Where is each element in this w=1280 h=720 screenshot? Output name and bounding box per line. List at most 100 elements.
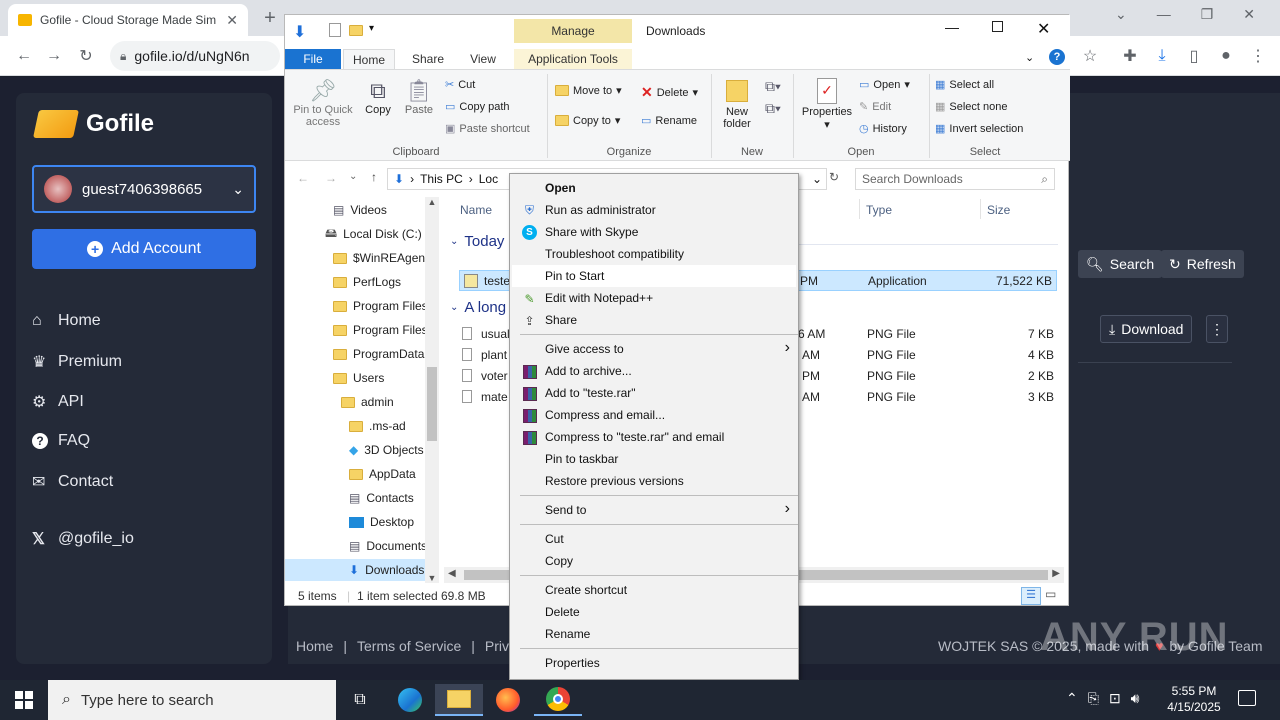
nav-pane-item[interactable]: ▤ Videos [285, 199, 425, 221]
menu-item-pin-to-taskbar[interactable]: Pin to taskbar [512, 448, 796, 470]
menu-item-run-as-administrator[interactable]: ⛨ Run as administrator [512, 199, 796, 221]
breadcrumb-this-pc[interactable]: This PC [420, 172, 463, 186]
copy-to-button[interactable]: Copy to ▾ [555, 114, 620, 127]
tab-home[interactable]: Home [343, 49, 395, 69]
nav-pane-item[interactable]: ◆ 3D Objects [285, 439, 425, 461]
menu-item-delete[interactable]: Delete [512, 601, 796, 623]
tab-view[interactable]: View [459, 49, 507, 69]
nav-contact[interactable]: ✉ Contact [32, 472, 113, 492]
new-folder-button[interactable]: New folder [717, 78, 757, 130]
easy-access-icon[interactable]: ⧉▾ [765, 100, 781, 117]
menu-item-rename[interactable]: Rename [512, 623, 796, 645]
edge-icon[interactable] [386, 684, 434, 716]
delete-button[interactable]: ✕ Delete ▾ [641, 84, 698, 101]
tab-share[interactable]: Share [403, 49, 453, 69]
account-select[interactable]: guest7406398665 ⌄ [32, 165, 256, 213]
nav-pane-item[interactable]: AppData [285, 463, 425, 485]
search-button[interactable]: 🔍︎ Search [1078, 250, 1163, 278]
downloads-icon[interactable]: ⤓ [1148, 42, 1176, 70]
nav-api[interactable]: ⚙ API [32, 392, 84, 412]
tab-search-icon[interactable]: ⌄ [1115, 6, 1127, 26]
taskbar-search-box[interactable]: ⌕ Type here to search [48, 680, 336, 720]
firefox-icon[interactable] [484, 684, 532, 716]
recent-locations-icon[interactable]: ⌄ [349, 171, 357, 182]
nav-home[interactable]: ⌂ Home [32, 312, 101, 330]
refresh-address-icon[interactable]: ↻ [829, 170, 839, 184]
menu-item-send-to[interactable]: Send to › [512, 499, 796, 521]
explorer-search-box[interactable]: Search Downloads ⌕ [855, 168, 1055, 190]
nav-scrollbar[interactable]: ▲ ▼ [425, 197, 439, 583]
nav-pane-item[interactable]: ▤ Documents [285, 535, 425, 557]
gofile-logo[interactable]: Gofile [33, 110, 154, 138]
nav-scroll-down-icon[interactable]: ▼ [425, 573, 439, 583]
nav-pane-item[interactable]: 🖴︎ Local Disk (C:) [285, 223, 425, 245]
more-options-button[interactable]: ⋮ [1206, 315, 1228, 343]
nav-pane-item[interactable]: Program Files [285, 295, 425, 317]
edit-button[interactable]: ✎ Edit [859, 100, 891, 114]
show-hidden-icons-icon[interactable]: ⌃ [1066, 690, 1078, 707]
nav-pane-item[interactable]: ⬇ Downloads [285, 559, 425, 581]
new-folder-qat-icon[interactable] [349, 25, 363, 36]
footer-tos-link[interactable]: Terms of Service [357, 638, 461, 654]
extensions-icon[interactable]: ✚ [1116, 42, 1144, 70]
file-explorer-taskbar-icon[interactable] [435, 684, 483, 716]
refresh-button[interactable]: ↻ Refresh [1161, 250, 1244, 278]
pin-quick-access-button[interactable]: 📌︎ Pin to Quick access [289, 78, 357, 128]
breadcrumb-local-disk[interactable]: Loc [479, 172, 498, 186]
select-all-button[interactable]: ▦ Select all [935, 78, 994, 92]
address-dropdown-icon[interactable]: ⌄ [812, 172, 822, 186]
menu-item-pin-to-start[interactable]: Pin to Start [512, 265, 796, 287]
menu-item-open[interactable]: Open [512, 177, 796, 199]
manage-context-tab[interactable]: Manage [514, 19, 632, 43]
nav-pane-item[interactable]: ▤ Contacts [285, 487, 425, 509]
profile-icon[interactable]: ● [1212, 42, 1240, 70]
chrome-menu-icon[interactable]: ⋮ [1244, 42, 1272, 70]
volume-icon[interactable]: 🔊︎ [1131, 690, 1140, 707]
nav-pane-item[interactable]: Users [285, 367, 425, 389]
back-icon[interactable]: ← [10, 42, 38, 70]
menu-item-restore-previous-versions[interactable]: Restore previous versions [512, 470, 796, 492]
menu-item-edit-with-notepad[interactable]: ✎ Edit with Notepad++ [512, 287, 796, 309]
open-button[interactable]: ▭ Open ▾ [859, 78, 910, 92]
column-header-type[interactable]: Type [866, 203, 892, 217]
nav-scroll-thumb[interactable] [427, 367, 437, 441]
scroll-right-icon[interactable]: ▶ [1052, 568, 1060, 579]
clock[interactable]: 5:55 PM 4/15/2025 [1160, 683, 1228, 715]
invert-selection-button[interactable]: ▦ Invert selection [935, 122, 1023, 136]
start-button[interactable] [0, 684, 48, 716]
menu-item-create-shortcut[interactable]: Create shortcut [512, 579, 796, 601]
add-account-button[interactable]: + Add Account [32, 229, 256, 269]
nav-pane-item[interactable]: Desktop [285, 511, 425, 533]
new-tab-icon[interactable]: + [256, 4, 284, 32]
back-nav-icon[interactable]: ← [297, 171, 309, 185]
history-button[interactable]: ◷ History [859, 122, 907, 136]
nav-pane-item[interactable]: .ms-ad [285, 415, 425, 437]
cut-button[interactable]: ✂ Cut [445, 78, 475, 92]
ethernet-icon[interactable]: ⊡ [1109, 690, 1121, 707]
properties-button[interactable]: ✓ Properties ▾ [799, 78, 855, 131]
side-panel-icon[interactable]: ▯ [1180, 42, 1208, 70]
group-header-long-ago[interactable]: ⌄ A long [450, 299, 506, 316]
nav-pane-item[interactable]: PerfLogs [285, 271, 425, 293]
bookmark-star-icon[interactable]: ☆ [1076, 42, 1104, 70]
address-bar[interactable]: 🔒︎ gofile.io/d/uNgN6n [110, 41, 280, 71]
menu-item-add-to-archive[interactable]: Add to archive... [512, 360, 796, 382]
menu-item-compress-and-email[interactable]: Compress and email... [512, 404, 796, 426]
nav-pane-item[interactable]: ProgramData [285, 343, 425, 365]
reload-icon[interactable]: ↻ [72, 42, 100, 70]
nav-faq[interactable]: ? FAQ [32, 432, 90, 450]
network-icon[interactable]: ⎘ [1088, 690, 1099, 707]
nav-pane-item[interactable]: $WinREAgent [285, 247, 425, 269]
paste-shortcut-button[interactable]: ▣ Paste shortcut [445, 122, 530, 136]
minimize-icon[interactable]: — [1157, 6, 1171, 26]
browser-tab[interactable]: Gofile - Cloud Storage Made Sim ✕ [8, 4, 248, 36]
forward-icon[interactable]: → [40, 42, 68, 70]
nav-scroll-up-icon[interactable]: ▲ [425, 197, 439, 207]
column-header-size[interactable]: Size [987, 203, 1010, 217]
paste-button[interactable]: 📋︎ Paste [401, 78, 437, 116]
copy-path-button[interactable]: ▭ Copy path [445, 100, 510, 114]
column-header-name[interactable]: Name [460, 203, 492, 217]
scroll-left-icon[interactable]: ◀ [448, 568, 456, 579]
details-view-icon[interactable]: ☰ [1021, 587, 1041, 605]
group-header-today[interactable]: ⌄ Today [450, 233, 504, 250]
